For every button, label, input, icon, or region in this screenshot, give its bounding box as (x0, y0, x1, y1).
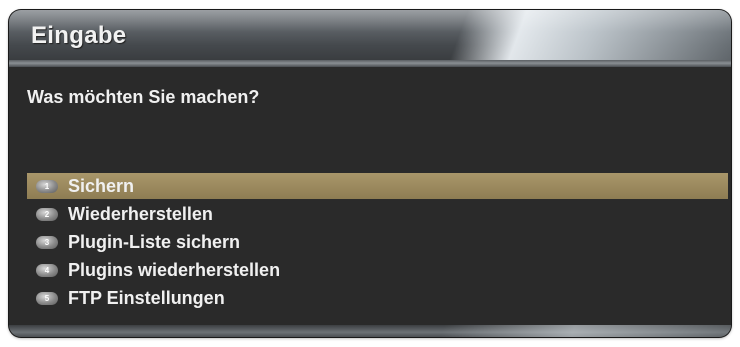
menu-item-label: FTP Einstellungen (68, 287, 225, 308)
menu-item-label: Wiederherstellen (68, 203, 213, 224)
menu-item-ftp-einstellungen[interactable]: 5 FTP Einstellungen (27, 285, 728, 311)
menu-item-plugins-wiederherstellen[interactable]: 4 Plugins wiederherstellen (27, 257, 728, 283)
dialog-prompt: Was möchten Sie machen? (27, 87, 260, 107)
number-key-1-icon: 1 (36, 179, 58, 193)
number-key-5-icon: 5 (36, 291, 58, 305)
number-key-3-icon: 3 (36, 235, 58, 249)
menu-item-sichern[interactable]: 1 Sichern (27, 173, 728, 199)
menu-item-plugin-liste-sichern[interactable]: 3 Plugin-Liste sichern (27, 229, 728, 255)
menu-item-label: Sichern (68, 175, 135, 196)
input-dialog: Eingabe Was möchten Sie machen? 1 Sicher… (9, 10, 731, 337)
title-separator (9, 60, 731, 67)
dialog-bottom-bar (9, 325, 731, 337)
menu-item-label: Plugins wiederherstellen (68, 259, 281, 280)
number-key-4-icon: 4 (36, 263, 58, 277)
menu-item-label: Plugin-Liste sichern (68, 231, 241, 252)
dialog-title: Eingabe (31, 22, 127, 49)
number-key-2-icon: 2 (36, 207, 58, 221)
choice-menu: 1 Sichern 2 Wiederherstellen 3 Plugin-Li… (27, 173, 728, 313)
dialog-titlebar: Eingabe (9, 10, 731, 61)
menu-item-wiederherstellen[interactable]: 2 Wiederherstellen (27, 201, 728, 227)
